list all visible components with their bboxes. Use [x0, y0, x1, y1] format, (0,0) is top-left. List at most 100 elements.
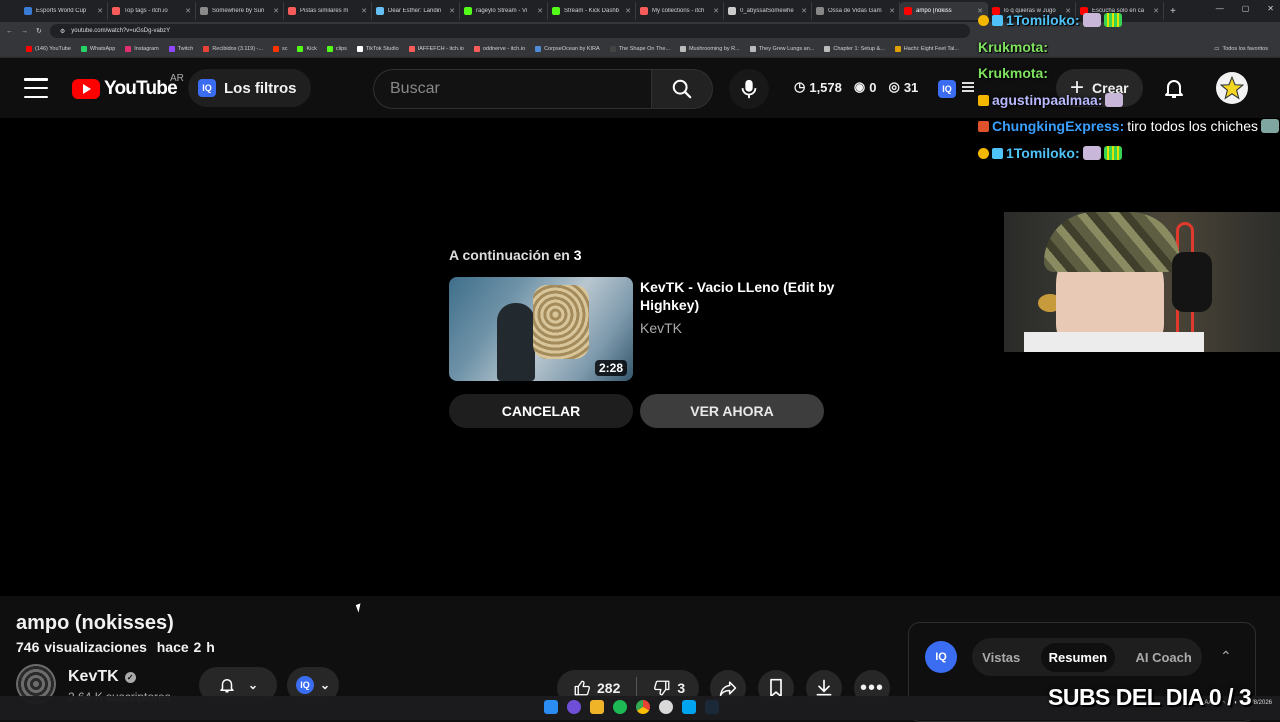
channel-stats: ◷ 1,578 ◉ 0 ◎ 31 [794, 79, 924, 95]
bookmark[interactable]: Chapter 1: Setup &... [824, 45, 885, 52]
browser-tab[interactable]: Pistas similares m ✕ [284, 2, 372, 20]
hamburger-menu-icon[interactable] [24, 78, 48, 98]
bookmark[interactable]: (146) YouTube [26, 45, 71, 52]
close-icon[interactable]: ✕ [273, 7, 279, 15]
browser-tab[interactable]: Dear Esther: Landin ✕ [372, 2, 460, 20]
browser-tab[interactable]: Esports World Cup ✕ [20, 2, 108, 20]
bookmark[interactable]: They Grew Lungs an... [749, 45, 814, 52]
badge-icon [978, 120, 989, 132]
bookmark[interactable]: Instagram [125, 45, 159, 52]
discord-icon[interactable] [567, 700, 581, 714]
tab-favicon [464, 7, 472, 15]
site-info-icon[interactable]: ⚙ [60, 28, 65, 35]
spotify-icon[interactable] [613, 700, 627, 714]
close-icon[interactable]: ✕ [625, 7, 631, 15]
bookmark[interactable]: Kick [297, 45, 317, 52]
maximize-icon[interactable]: ▢ [1242, 4, 1250, 13]
bookmark[interactable]: CorpseOcean by KIRA [535, 45, 600, 52]
watch-now-button[interactable]: VER AHORA [640, 394, 824, 428]
bookmark[interactable]: Mushrooming by R... [679, 45, 740, 52]
chevron-up-icon[interactable]: ⌃ [1220, 648, 1232, 665]
close-icon[interactable]: ✕ [361, 7, 367, 15]
tab-favicon [200, 7, 208, 15]
bookmark-favicon [125, 45, 132, 52]
browser-tab[interactable]: Top tags - itch.io ✕ [108, 2, 196, 20]
bookmark[interactable]: TikTok Studio [356, 45, 399, 52]
voice-search-button[interactable] [729, 69, 769, 109]
youtube-logo[interactable]: YouTube [72, 78, 178, 100]
bookmark[interactable]: Hachi: Eight Feet Tal... [894, 45, 959, 52]
all-bookmarks[interactable]: ▭ Todos los favoritos [1214, 46, 1268, 52]
chat-message: 1Tomiloko: [978, 12, 1122, 28]
close-icon[interactable]: ✕ [185, 7, 191, 15]
back-icon[interactable]: ← [6, 28, 13, 35]
browser-tab[interactable]: Ossa de Vidas Gam ✕ [812, 2, 900, 20]
bookmark[interactable]: Recibidos (3.119) -... [203, 45, 263, 52]
youtube-play-icon [72, 79, 100, 99]
subs-goal-overlay: SUBS DEL DIA 0 / 3 [1048, 684, 1252, 710]
new-tab-button[interactable]: + [1170, 6, 1176, 17]
bookmark[interactable]: sc [272, 45, 287, 52]
file-explorer-icon[interactable] [590, 700, 604, 714]
browser-tab-active[interactable]: ampo (nokiss ✕ [900, 2, 988, 20]
webcam-headphones [1172, 252, 1212, 312]
region-code: AR [170, 73, 184, 84]
browser-tab[interactable]: 0_abyssalSomewhe ✕ [724, 2, 812, 20]
browser-tab[interactable]: Stream - Kick Dashb ✕ [548, 2, 636, 20]
dislike-button[interactable]: 3 [653, 679, 685, 697]
upnext-title[interactable]: KevTK - Vacio LLeno (Edit by Highkey) [640, 278, 840, 314]
close-window-icon[interactable]: ✕ [1267, 4, 1274, 13]
close-icon[interactable]: ✕ [889, 7, 895, 15]
tab-ai-coach[interactable]: AI Coach [1135, 650, 1191, 665]
bookmark[interactable]: Twitch [168, 45, 193, 52]
browser-tab[interactable]: rageylo Stream - Vi ✕ [460, 2, 548, 20]
list-icon[interactable] [962, 82, 974, 92]
tab-resumen[interactable]: Resumen [1040, 642, 1116, 672]
bookmark-favicon [824, 45, 831, 52]
upnext-channel[interactable]: KevTK [640, 320, 682, 336]
bookmark[interactable]: The Shape On The... [609, 45, 670, 52]
emote-icon [1103, 146, 1122, 160]
app-icon[interactable] [682, 700, 696, 714]
close-icon[interactable]: ✕ [801, 7, 807, 15]
filters-button[interactable]: IQ Los filtros [188, 69, 311, 107]
chat-message: agustinpaalmaa: [978, 92, 1124, 108]
minimize-icon[interactable]: — [1216, 4, 1224, 13]
search-button[interactable] [651, 69, 713, 109]
browser-tab[interactable]: My collections - itch ✕ [636, 2, 724, 20]
channel-name-row[interactable]: KevTK ✓ [68, 668, 136, 686]
close-icon[interactable]: ✕ [97, 7, 103, 15]
tab-vistas[interactable]: Vistas [982, 650, 1020, 665]
obs-icon[interactable] [659, 700, 673, 714]
thumbs-up-icon [574, 680, 590, 696]
bookmark[interactable]: clips [326, 45, 347, 52]
bookmark[interactable]: WhatsApp [80, 45, 115, 52]
close-icon[interactable]: ✕ [1153, 7, 1159, 15]
tab-favicon [24, 7, 32, 15]
video-player[interactable]: A continuación en 3 2:28 KevTK - Vacio L… [0, 118, 1280, 596]
bookmark[interactable]: IAFFEFCH - itch.io [408, 45, 464, 52]
iq-extension-icon[interactable]: IQ [938, 80, 956, 98]
crown-badge-icon [978, 94, 989, 106]
browser-tab[interactable]: Somewhere by Sun ✕ [196, 2, 284, 20]
badge-icon [978, 14, 989, 26]
close-icon[interactable]: ✕ [713, 7, 719, 15]
windows-start-icon[interactable] [544, 700, 558, 714]
upnext-header: A continuación en 3 [449, 247, 582, 263]
reload-icon[interactable]: ↻ [36, 27, 42, 35]
steam-icon[interactable] [705, 700, 719, 714]
search-input[interactable] [373, 69, 651, 109]
forward-icon[interactable]: → [21, 28, 28, 35]
folder-icon: ▭ [1214, 45, 1220, 52]
notifications-bell-icon[interactable] [1162, 76, 1186, 105]
close-icon[interactable]: ✕ [449, 7, 455, 15]
cancel-button[interactable]: CANCELAR [449, 394, 633, 428]
close-icon[interactable]: ✕ [537, 7, 543, 15]
account-avatar[interactable] [1216, 72, 1248, 104]
like-button[interactable]: 282 [573, 679, 620, 697]
bookmark[interactable]: oddnerve - itch.io [473, 45, 525, 52]
chrome-icon[interactable] [636, 700, 650, 714]
tab-favicon [552, 7, 560, 15]
url-input[interactable]: ⚙ youtube.com/watch?v=uGsDg-vabzY [49, 24, 970, 38]
upnext-thumbnail[interactable]: 2:28 [449, 277, 633, 381]
